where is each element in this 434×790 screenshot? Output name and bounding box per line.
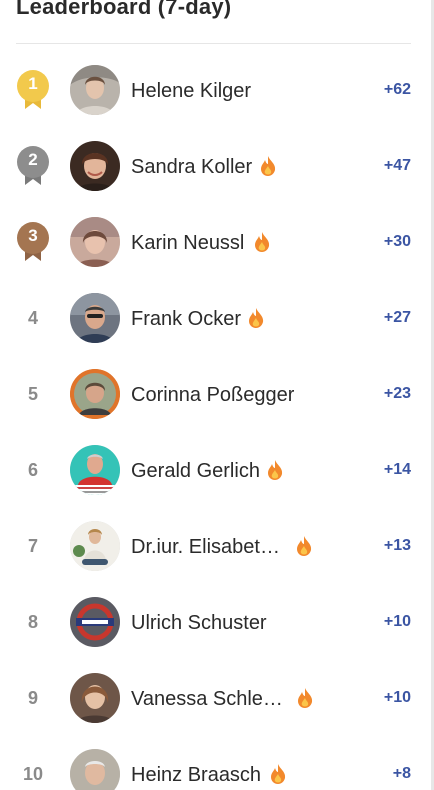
points-value: +62 (383, 81, 411, 98)
rank-number: 9 (27, 687, 38, 708)
rank-badge: 2 (14, 145, 52, 187)
leaderboard-row[interactable]: 9 Vanessa Schle… +10 (0, 660, 434, 736)
leaderboard-row[interactable]: 3 Karin Neussl +30 (0, 204, 434, 280)
avatar[interactable] (70, 65, 120, 115)
points-value: +47 (383, 157, 411, 174)
rank-badge: 6 (14, 452, 52, 488)
silver-medal-icon: 2 (15, 145, 51, 187)
fire-icon (266, 459, 284, 481)
points-value: +10 (383, 689, 411, 706)
leaderboard-row[interactable]: 2 Sandra Koller +47 (0, 128, 434, 204)
rank-number: 6 (27, 459, 38, 480)
avatar[interactable] (70, 749, 120, 790)
title-divider (16, 43, 411, 44)
rank-badge: 10 (14, 756, 52, 790)
rank-badge: 1 (14, 69, 52, 111)
rank-badge: 7 (14, 528, 52, 564)
bronze-medal-icon: 3 (15, 221, 51, 263)
avatar[interactable] (70, 521, 120, 571)
leaderboard-list: 1 Helene Kilger +62 2 Sandra Koller +47 … (0, 52, 434, 790)
avatar[interactable] (70, 369, 120, 419)
points-value: +8 (392, 765, 411, 782)
rank-number: 7 (27, 535, 38, 556)
leaderboard-row[interactable]: 1 Helene Kilger +62 (0, 52, 434, 128)
fire-icon (295, 535, 313, 557)
member-name[interactable]: Dr.iur. Elisabeth… (131, 535, 291, 559)
points-value: +27 (383, 309, 411, 326)
rank-number: 5 (27, 383, 38, 404)
points-value: +14 (383, 461, 411, 478)
member-name[interactable]: Gerald Gerlich (131, 459, 260, 483)
member-name[interactable]: Vanessa Schle… (131, 687, 283, 711)
fire-icon (269, 763, 287, 785)
points-value: +23 (383, 385, 411, 402)
avatar[interactable] (70, 597, 120, 647)
member-name[interactable]: Sandra Koller (131, 155, 252, 179)
avatar[interactable] (70, 293, 120, 343)
avatar[interactable] (70, 673, 120, 723)
member-name[interactable]: Frank Ocker (131, 307, 241, 331)
member-name[interactable]: Ulrich Schuster (131, 611, 267, 635)
fire-icon (296, 687, 314, 709)
avatar[interactable] (70, 141, 120, 191)
rank-number: 2 (28, 150, 38, 169)
member-name[interactable]: Corinna Poßegger (131, 383, 294, 407)
rank-number: 1 (28, 74, 38, 93)
member-name[interactable]: Karin Neussl (131, 231, 244, 255)
gold-medal-icon: 1 (15, 69, 51, 111)
avatar[interactable] (70, 445, 120, 495)
rank-badge: 3 (14, 221, 52, 263)
points-value: +30 (383, 233, 411, 250)
rank-number: 10 (22, 763, 44, 784)
leaderboard-row[interactable]: 8 Ulrich Schuster +10 (0, 584, 434, 660)
points-value: +13 (383, 537, 411, 554)
points-value: +10 (383, 613, 411, 630)
rank-badge: 4 (14, 300, 52, 336)
leaderboard-title: Leaderboard (7-day) (16, 0, 232, 19)
rank-number: 3 (28, 226, 38, 245)
leaderboard-row[interactable]: 4 Frank Ocker +27 (0, 280, 434, 356)
rank-badge: 8 (14, 604, 52, 640)
fire-icon (253, 231, 271, 253)
leaderboard-row[interactable]: 5 Corinna Poßegger +23 (0, 356, 434, 432)
leaderboard-row[interactable]: 10 Heinz Braasch +8 (0, 736, 434, 790)
member-name[interactable]: Heinz Braasch (131, 763, 261, 787)
rank-badge: 9 (14, 680, 52, 716)
fire-icon (259, 155, 277, 177)
fire-icon (247, 307, 265, 329)
leaderboard-row[interactable]: 6 Gerald Gerlich +14 (0, 432, 434, 508)
avatar[interactable] (70, 217, 120, 267)
rank-badge: 5 (14, 376, 52, 412)
member-name[interactable]: Helene Kilger (131, 79, 251, 103)
leaderboard-panel: Leaderboard (7-day) 1 Helene Kilger +62 … (0, 0, 434, 790)
leaderboard-row[interactable]: 7 Dr.iur. Elisabeth… +13 (0, 508, 434, 584)
rank-number: 8 (27, 611, 38, 632)
rank-number: 4 (27, 307, 38, 328)
